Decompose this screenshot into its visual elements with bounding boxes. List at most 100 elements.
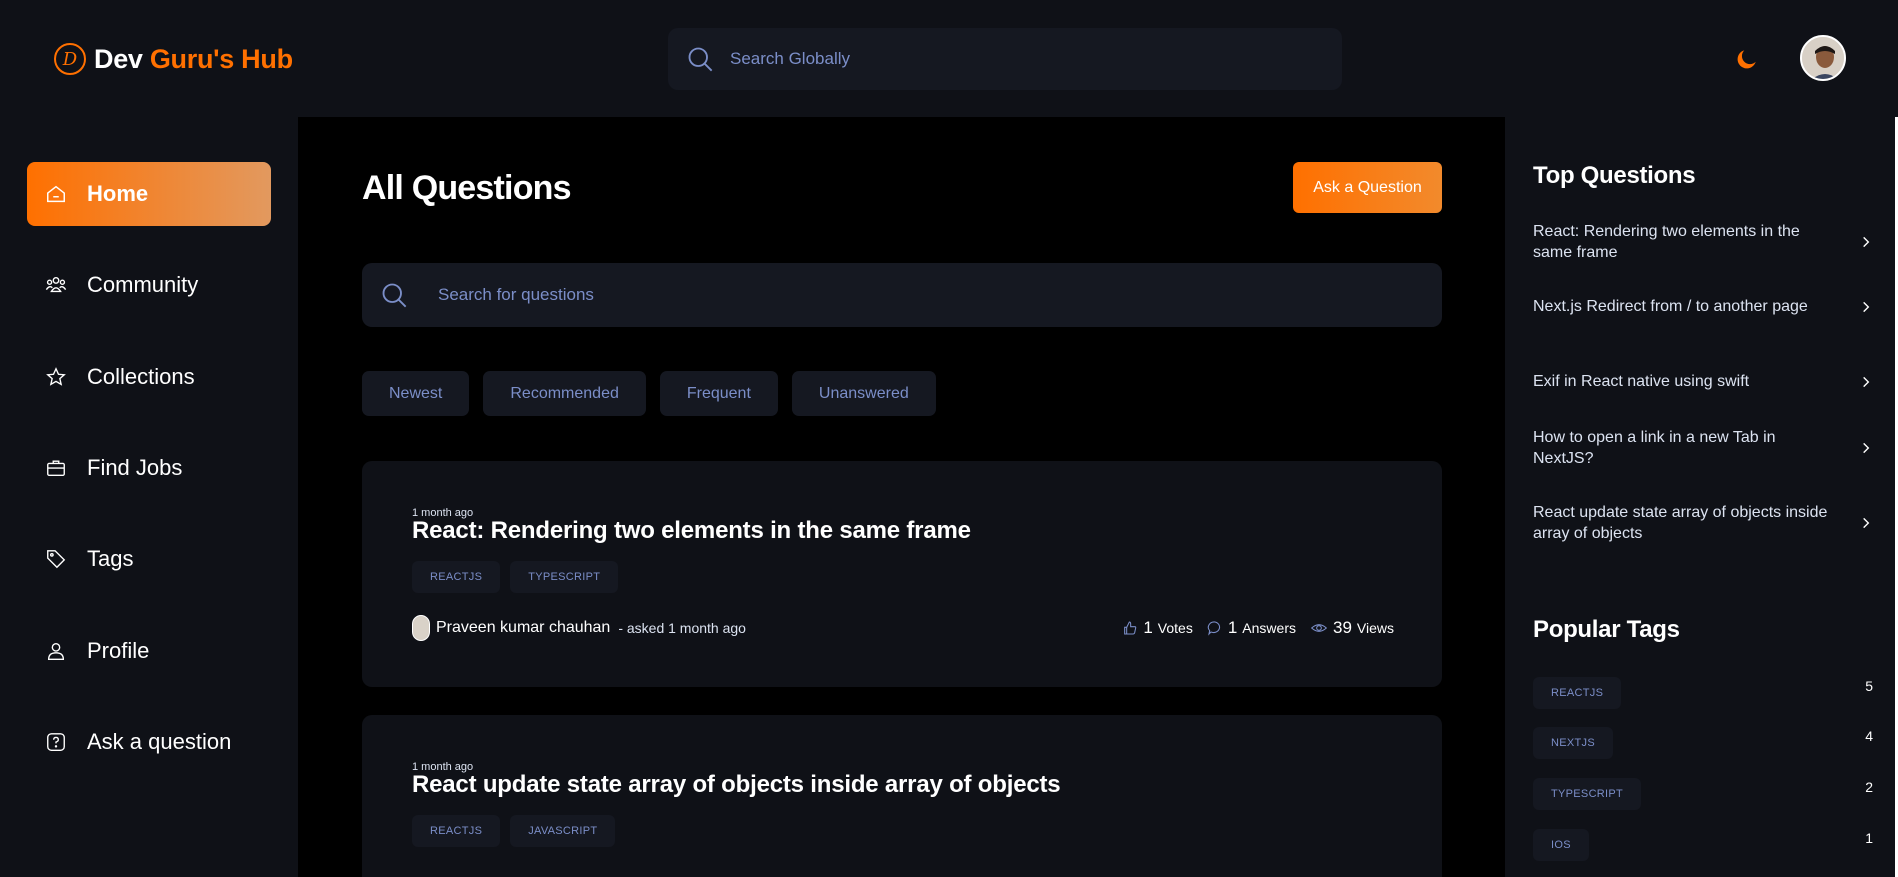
sidebar-item-profile[interactable]: Profile (27, 619, 271, 683)
tag-chip[interactable]: REACTJS (412, 815, 501, 847)
global-search-input[interactable] (730, 49, 1290, 69)
filter-recommended[interactable]: Recommended (483, 371, 646, 416)
suitcase-icon (45, 457, 67, 479)
tag-chip[interactable]: IOS (1533, 829, 1589, 861)
sidebar-item-label: Profile (87, 638, 150, 663)
question-metrics: 1 Votes 1 Answers 39 Views (1122, 618, 1394, 638)
votes-label: Votes (1157, 620, 1193, 636)
sidebar-item-community[interactable]: Community (27, 253, 271, 317)
views-label: Views (1356, 620, 1394, 636)
sidebar-item-label: Ask a question (87, 729, 232, 754)
popular-tag-row[interactable]: TYPESCRIPT 2 (1533, 778, 1873, 810)
main-content: All Questions Ask a Question Newest Reco… (298, 117, 1505, 877)
sidebar-item-ask-question[interactable]: Ask a question (27, 710, 271, 774)
author-name[interactable]: Praveen kumar chauhan (436, 619, 610, 637)
chevron-right-icon (1863, 376, 1870, 387)
author-asked-time: - asked 1 month ago (618, 620, 746, 636)
question-search-input[interactable] (438, 285, 1338, 305)
logo-icon: D (54, 43, 86, 75)
chevron-right-icon (1863, 236, 1870, 248)
top-questions-title: Top Questions (1533, 162, 1696, 189)
thumbs-up-icon (1124, 621, 1137, 635)
top-question-text: React: Rendering two elements in the sam… (1533, 223, 1800, 261)
tag-chip[interactable]: NEXTJS (1533, 727, 1613, 759)
filter-newest[interactable]: Newest (362, 371, 470, 416)
tag-count: 4 (1865, 728, 1873, 744)
top-question-item[interactable]: React update state array of objects insi… (1533, 502, 1873, 544)
votes-metric: 1 Votes (1122, 618, 1193, 638)
sidebar-item-label: Tags (87, 546, 134, 571)
logo[interactable]: D Dev Guru's Hub (54, 42, 293, 76)
ask-question-button[interactable]: Ask a Question (1293, 162, 1442, 213)
user-icon (45, 640, 67, 662)
popular-tag-row[interactable]: REACTJS 5 (1533, 677, 1873, 709)
answers-count: 1 (1227, 618, 1238, 637)
question-tags: REACTJS JAVASCRIPT (412, 815, 616, 847)
tag-chip[interactable]: REACTJS (412, 561, 501, 593)
popular-tags-title: Popular Tags (1533, 616, 1680, 643)
left-sidebar: Home Community Collections Find Jobs Tag… (0, 117, 298, 877)
sidebar-item-label: Collections (87, 364, 195, 389)
chevron-right-icon (1863, 517, 1870, 529)
question-title[interactable]: React: Rendering two elements in the sam… (412, 517, 971, 545)
answers-metric: 1 Answers (1207, 618, 1296, 638)
views-metric: 39 Views (1310, 618, 1394, 638)
tag-icon (45, 548, 67, 570)
tag-chip[interactable]: TYPESCRIPT (510, 561, 619, 593)
filter-unanswered[interactable]: Unanswered (791, 371, 936, 416)
top-question-item[interactable]: How to open a link in a new Tab in NextJ… (1533, 427, 1873, 469)
sidebar-item-tags[interactable]: Tags (27, 527, 271, 591)
question-author[interactable]: Praveen kumar chauhan - asked 1 month ag… (412, 615, 746, 641)
top-question-text: Exif in React native using swift (1533, 373, 1750, 390)
sidebar-item-home[interactable]: Home (27, 162, 271, 226)
sidebar-item-label: Community (87, 272, 199, 297)
sidebar-item-collections[interactable]: Collections (27, 345, 271, 409)
views-count: 39 (1332, 618, 1352, 637)
top-question-text: Next.js Redirect from / to another page (1533, 298, 1808, 315)
global-search-bar[interactable] (668, 28, 1342, 90)
tag-chip[interactable]: JAVASCRIPT (510, 815, 616, 847)
tag-chip[interactable]: REACTJS (1533, 677, 1622, 709)
top-question-item[interactable]: Exif in React native using swift (1533, 371, 1873, 392)
tag-count: 2 (1865, 779, 1873, 795)
question-title[interactable]: React update state array of objects insi… (412, 771, 1061, 799)
answers-label: Answers (1242, 620, 1296, 636)
filter-frequent[interactable]: Frequent (659, 371, 778, 416)
star-icon (45, 366, 67, 388)
question-tags: REACTJS TYPESCRIPT (412, 561, 619, 593)
sidebar-item-find-jobs[interactable]: Find Jobs (27, 436, 271, 500)
message-icon (1207, 621, 1220, 636)
eye-icon (1310, 624, 1328, 632)
popular-tag-row[interactable]: IOS 1 (1533, 829, 1873, 861)
logo-text-dev: Dev (94, 43, 143, 74)
top-navbar: D Dev Guru's Hub (0, 0, 1898, 117)
right-sidebar: Top Questions React: Rendering two eleme… (1505, 117, 1898, 877)
tag-count: 1 (1865, 830, 1873, 846)
top-question-item[interactable]: React: Rendering two elements in the sam… (1533, 221, 1873, 263)
filter-bar: Newest Recommended Frequent Unanswered (362, 371, 936, 416)
chevron-right-icon (1863, 442, 1870, 454)
top-question-text: React update state array of objects insi… (1533, 504, 1828, 542)
top-question-text: How to open a link in a new Tab in NextJ… (1533, 429, 1776, 467)
sidebar-item-label: Home (87, 181, 149, 206)
moon-icon[interactable] (1734, 46, 1760, 72)
page-title: All Questions (362, 169, 572, 207)
user-avatar[interactable] (1800, 35, 1846, 81)
logo-text-brand: Guru's Hub (149, 43, 293, 74)
question-icon (45, 731, 67, 753)
top-question-item[interactable]: Next.js Redirect from / to another page (1533, 296, 1873, 317)
votes-count: 1 (1143, 618, 1153, 637)
search-icon (688, 47, 713, 72)
popular-tag-row[interactable]: NEXTJS 4 (1533, 727, 1873, 759)
users-icon (45, 274, 67, 296)
question-search-bar[interactable] (362, 263, 1442, 327)
question-card[interactable]: 1 month ago React update state array of … (362, 715, 1442, 877)
search-icon (382, 283, 407, 308)
tag-count: 5 (1865, 678, 1873, 694)
author-avatar (412, 615, 430, 641)
question-card[interactable]: 1 month ago React: Rendering two element… (362, 461, 1442, 687)
home-icon (45, 183, 67, 205)
tag-chip[interactable]: TYPESCRIPT (1533, 778, 1642, 810)
logo-text: Dev Guru's Hub (94, 44, 293, 75)
chevron-right-icon (1863, 301, 1870, 312)
